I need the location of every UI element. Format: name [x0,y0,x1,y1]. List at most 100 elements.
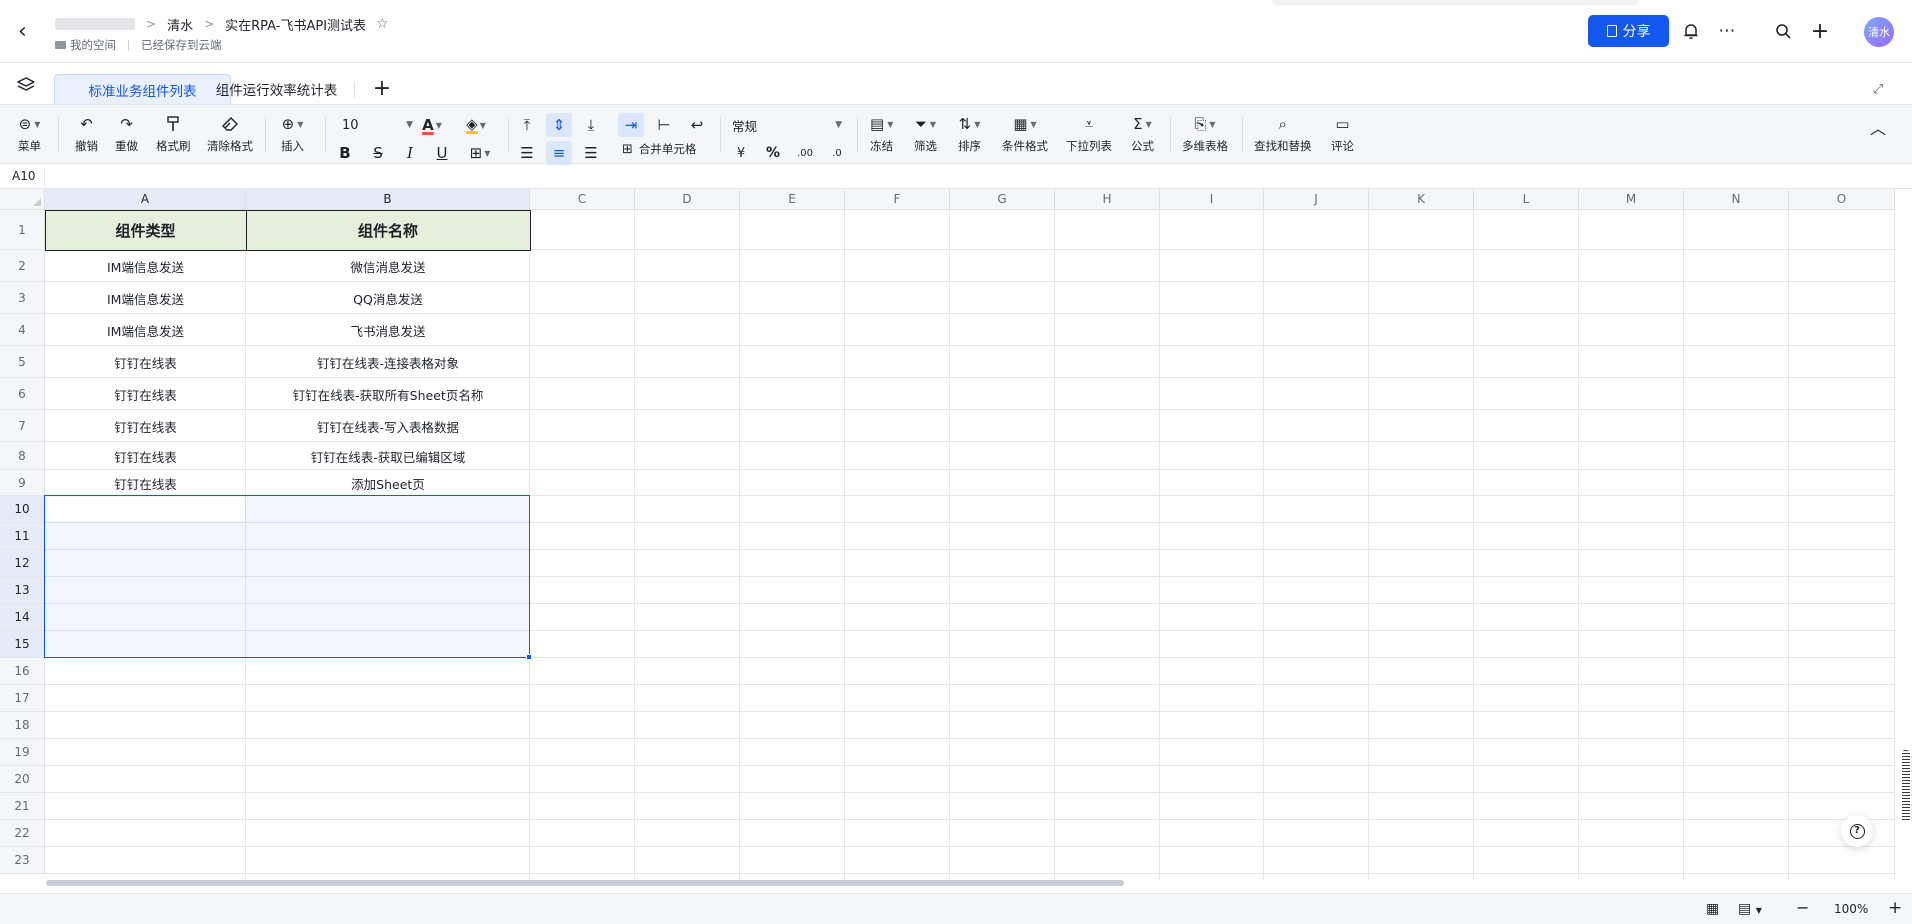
document-title[interactable]: 实在RPA-飞书API测试表 [225,15,366,34]
data-cell-B6[interactable]: 钉钉在线表-获取所有Sheet页名称 [246,378,530,410]
data-cell-B2[interactable]: 微信消息发送 [246,250,530,282]
data-cell-A8[interactable]: 钉钉在线表 [45,442,246,470]
comment-button[interactable]: ▭ 评论 [1331,113,1354,154]
active-cell-A10[interactable] [46,497,245,521]
decrease-decimal-button[interactable]: .00 [792,141,818,165]
data-cell-A3[interactable]: IM端信息发送 [45,282,246,314]
data-cell-A5[interactable]: 钉钉在线表 [45,346,246,378]
data-cell-B4[interactable]: 飞书消息发送 [246,314,530,346]
help-button[interactable]: ? [1841,815,1873,847]
row-header-9[interactable]: 9 [0,470,45,496]
data-cell-B9[interactable]: 添加Sheet页 [246,470,530,496]
row-header-4[interactable]: 4 [0,314,45,346]
column-header-D[interactable]: D [635,189,740,210]
font-size-select[interactable]: 10 ▼ [340,113,415,137]
undo-button[interactable]: ↶ 撤销 [75,113,98,154]
column-header-M[interactable]: M [1579,189,1684,210]
text-clip-button[interactable]: ⊢ [651,113,677,137]
row-header-12[interactable]: 12 [0,550,45,577]
column-header-C[interactable]: C [530,189,635,210]
align-left-button[interactable]: ☰ [514,141,540,165]
data-cell-A7[interactable]: 钉钉在线表 [45,410,246,442]
back-icon[interactable]: ‹ [18,20,38,44]
formula-button[interactable]: Σ ▼ 公式 [1131,113,1154,154]
conditional-format-button[interactable]: ▦ ▼ 条件格式 [1002,113,1048,154]
layout-view-icon[interactable]: ▤ ▼ [1738,901,1762,917]
layers-icon[interactable] [17,77,35,93]
row-header-17[interactable]: 17 [0,685,45,712]
column-header-G[interactable]: G [950,189,1055,210]
column-header-F[interactable]: F [845,189,950,210]
data-cell-A6[interactable]: 钉钉在线表 [45,378,246,410]
row-header-6[interactable]: 6 [0,378,45,410]
row-header-13[interactable]: 13 [0,577,45,604]
row-header-16[interactable]: 16 [0,658,45,685]
row-header-21[interactable]: 21 [0,793,45,820]
column-header-A[interactable]: A [45,189,246,210]
row-header-14[interactable]: 14 [0,604,45,631]
data-cell-A4[interactable]: IM端信息发送 [45,314,246,346]
row-header-7[interactable]: 7 [0,410,45,442]
data-cell-A2[interactable]: IM端信息发送 [45,250,246,282]
zoom-level[interactable]: 100% [1834,902,1868,916]
format-painter-button[interactable]: 格式刷 [156,113,191,154]
share-button[interactable]: 分享 [1588,15,1669,47]
spreadsheet-grid[interactable]: A B C D E F G H I J K L M N O 1 2 3 4 5 6 7 8 9 10 11 12 13 14 15 16 17… [0,189,1912,880]
row-header-8[interactable]: 8 [0,442,45,470]
increase-decimal-button[interactable]: .0 [824,141,850,165]
horizontal-scrollbar[interactable] [46,880,1124,886]
header-cell-B[interactable]: 组件名称 [245,209,531,251]
border-button[interactable]: ⊞ ▼ [463,141,497,165]
find-replace-button[interactable]: ⌕ 查找和替换 [1254,113,1312,154]
align-right-button[interactable]: ☰ [578,141,604,165]
currency-button[interactable]: ¥ [728,141,754,165]
data-cell-B7[interactable]: 钉钉在线表-写入表格数据 [246,410,530,442]
row-header-1[interactable]: 1 [0,210,45,250]
zoom-in-button[interactable]: + [1888,898,1902,918]
data-cell-A9[interactable]: 钉钉在线表 [45,470,246,496]
multi-table-button[interactable]: ⎘ ▼ 多维表格 [1182,113,1228,154]
data-cell-B5[interactable]: 钉钉在线表-连接表格对象 [246,346,530,378]
text-wrap-button[interactable]: ↩ [684,113,710,137]
bold-button[interactable]: B [332,141,358,165]
column-header-K[interactable]: K [1369,189,1474,210]
insert-button[interactable]: ⊕ ▼ 插入 [281,113,304,154]
merge-cells-button[interactable]: ⊞ 合并单元格 [622,141,696,157]
tab-efficiency-stats[interactable]: 组件运行效率统计表 [204,74,349,104]
row-header-2[interactable]: 2 [0,250,45,282]
fullscreen-icon[interactable]: ⤢ [1870,82,1886,98]
avatar[interactable]: 清水 [1864,17,1894,47]
data-cell-B8[interactable]: 钉钉在线表-获取已编辑区域 [246,442,530,470]
header-cell-A[interactable]: 组件类型 [44,209,247,251]
plus-icon[interactable]: + [1807,18,1833,44]
crumb-folder[interactable]: 清水 [167,15,193,34]
align-bottom-button[interactable]: ⤓ [578,113,604,137]
freeze-button[interactable]: ▤ ▼ 冻结 [870,113,893,154]
underline-button[interactable]: U [429,141,455,165]
font-color-button[interactable]: A ▼ [419,113,445,137]
scroll-minimap[interactable] [1902,750,1910,822]
menu-button[interactable]: ⊜ ▼ 菜单 [18,113,41,154]
search-icon[interactable] [1770,18,1796,44]
filter-button[interactable]: ⏷ ▼ 筛选 [914,113,937,154]
star-icon[interactable]: ☆ [376,16,389,32]
column-header-J[interactable]: J [1264,189,1369,210]
zoom-out-button[interactable]: − [1796,898,1809,917]
column-header-B[interactable]: B [246,189,530,210]
row-header-19[interactable]: 19 [0,739,45,766]
row-header-15[interactable]: 15 [0,631,45,658]
column-header-H[interactable]: H [1055,189,1160,210]
add-sheet-button[interactable]: + [370,78,394,102]
column-header-N[interactable]: N [1684,189,1789,210]
crumb-redacted[interactable] [55,18,135,30]
column-header-E[interactable]: E [740,189,845,210]
row-header-11[interactable]: 11 [0,523,45,550]
collapse-toolbar-icon[interactable]: ︿ [1870,115,1886,139]
align-top-button[interactable]: ⤒ [514,113,540,137]
clear-format-button[interactable]: 清除格式 [207,113,253,154]
row-header-3[interactable]: 3 [0,282,45,314]
strikethrough-button[interactable]: S [365,141,391,165]
column-header-L[interactable]: L [1474,189,1579,210]
row-header-5[interactable]: 5 [0,346,45,378]
location-label[interactable]: 我的空间 [70,37,116,53]
